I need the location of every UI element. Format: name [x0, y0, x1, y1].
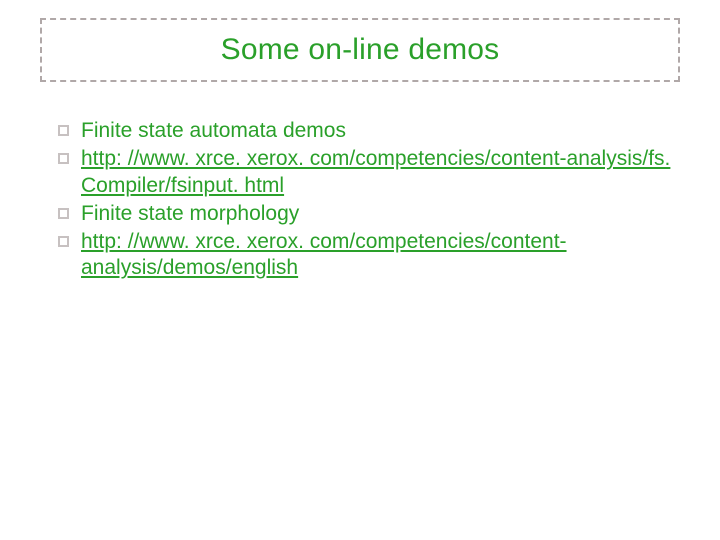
slide-title: Some on-line demos: [221, 33, 500, 67]
bullet-icon: [58, 153, 69, 164]
body-area: Finite state automata demos http: //www.…: [58, 118, 680, 284]
bullet-link[interactable]: http: //www. xrce. xerox. com/competenci…: [81, 146, 680, 199]
bullet-text: Finite state morphology: [81, 201, 680, 227]
bullet-text: Finite state automata demos: [81, 118, 680, 144]
title-box: Some on-line demos: [40, 18, 680, 82]
bullet-link[interactable]: http: //www. xrce. xerox. com/competenci…: [81, 229, 680, 282]
bullet-icon: [58, 125, 69, 136]
list-item: Finite state morphology: [58, 201, 680, 227]
slide: Some on-line demos Finite state automata…: [0, 0, 720, 540]
bullet-icon: [58, 236, 69, 247]
list-item: Finite state automata demos: [58, 118, 680, 144]
list-item: http: //www. xrce. xerox. com/competenci…: [58, 229, 680, 282]
list-item: http: //www. xrce. xerox. com/competenci…: [58, 146, 680, 199]
bullet-icon: [58, 208, 69, 219]
